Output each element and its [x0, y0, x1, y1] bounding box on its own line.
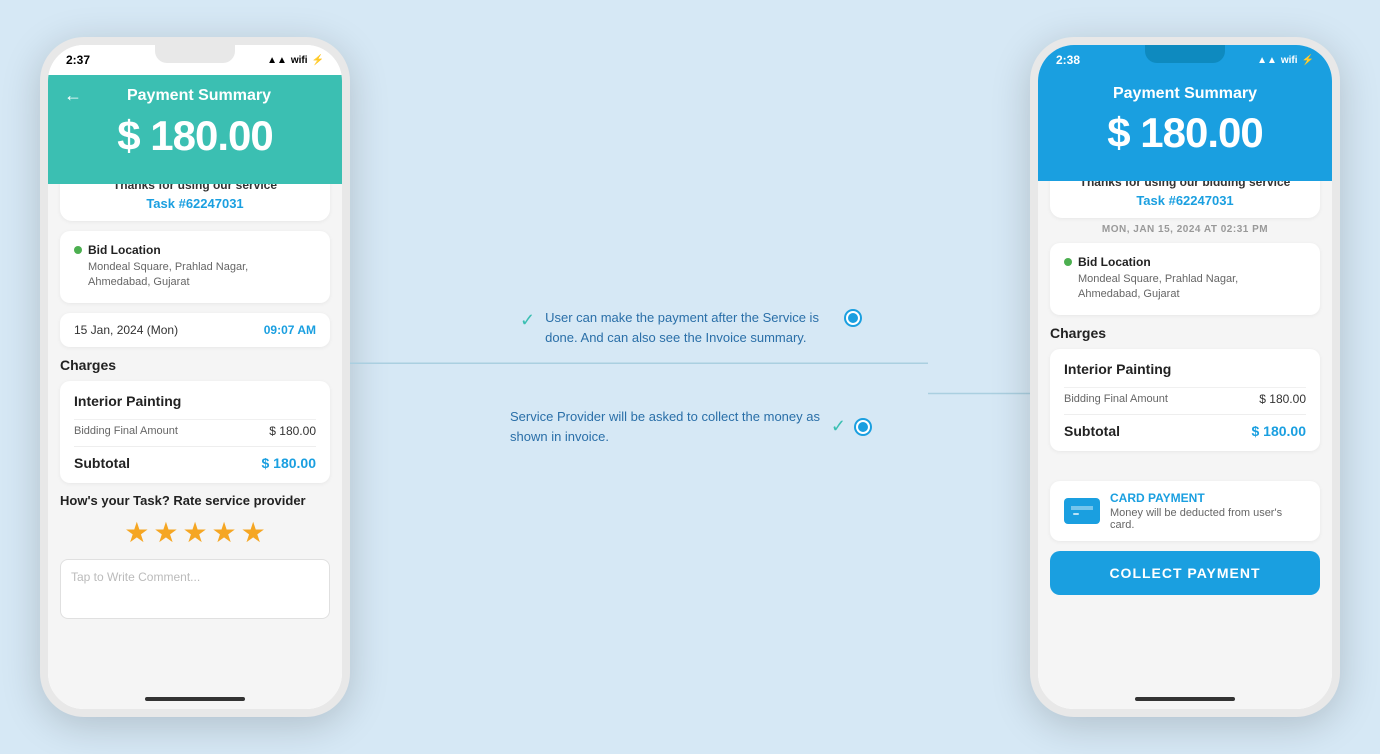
right-header-title: Payment Summary [1054, 85, 1316, 103]
right-date-time: MON, JAN 15, 2024 AT 02:31 PM [1038, 224, 1332, 235]
left-phone: 2:37 ▲▲ wifi ⚡ ← Payment Summary $ 180.0… [40, 37, 350, 717]
right-header: Payment Summary $ 180.00 [1038, 75, 1332, 181]
notch [155, 45, 235, 63]
left-rating-title: How's your Task? Rate service provider [60, 493, 330, 508]
left-status-bar: 2:37 ▲▲ wifi ⚡ [48, 45, 342, 75]
left-time: 2:37 [66, 53, 90, 67]
middle-annotations: ✓ User can make the payment after the Se… [350, 308, 1030, 446]
right-bid-dot [1064, 258, 1072, 266]
left-content: Thanks for using our service Task #62247… [48, 184, 342, 717]
right-wifi-icon: wifi [1281, 55, 1298, 66]
left-date: 15 Jan, 2024 (Mon) [74, 323, 178, 337]
card-payment-desc: Money will be deducted from user's card. [1110, 507, 1306, 531]
left-bid-location-card: Bid Location Mondeal Square, Prahlad Nag… [60, 231, 330, 303]
right-charges-title: Charges [1050, 325, 1320, 341]
right-signal-icon: ▲▲ [1257, 55, 1277, 66]
star-2[interactable]: ★ [153, 516, 178, 549]
wifi-icon: wifi [291, 55, 308, 66]
right-time: 2:38 [1056, 53, 1080, 67]
left-rating-section: How's your Task? Rate service provider ★… [48, 483, 342, 619]
bid-dot [74, 246, 82, 254]
left-date-time-row: 15 Jan, 2024 (Mon) 09:07 AM [60, 313, 330, 347]
right-bid-address: Mondeal Square, Prahlad Nagar, Ahmedabad… [1064, 272, 1306, 303]
left-thanks-text: Thanks for using our service [74, 184, 316, 192]
left-task-number[interactable]: Task #62247031 [74, 196, 316, 211]
spacer [1038, 451, 1332, 481]
left-amount: $ 180.00 [64, 112, 326, 160]
right-bid-label: Bid Location [1064, 255, 1306, 269]
bottom-annotation-text: Service Provider will be asked to collec… [510, 407, 821, 446]
left-thanks-card: Thanks for using our service Task #62247… [60, 184, 330, 221]
status-icons: ▲▲ wifi ⚡ [267, 55, 324, 66]
right-status-bar: 2:38 ▲▲ wifi ⚡ [1038, 45, 1332, 75]
right-service-name: Interior Painting [1064, 361, 1306, 377]
right-task-number[interactable]: Task #62247031 [1064, 193, 1306, 208]
card-payment-label: CARD PAYMENT [1110, 491, 1306, 505]
right-amount: $ 180.00 [1054, 109, 1316, 157]
right-battery-icon: ⚡ [1302, 55, 1314, 66]
right-content: Thanks for using our bidding service Tas… [1038, 181, 1332, 717]
bottom-annotation-dot [856, 420, 870, 434]
top-annotation-dot [846, 311, 860, 325]
left-bid-address: Mondeal Square, Prahlad Nagar, Ahmedabad… [74, 260, 316, 291]
left-time-slot: 09:07 AM [264, 323, 316, 337]
left-charges-title: Charges [60, 357, 330, 373]
left-charge-row: Bidding Final Amount $ 180.00 [74, 419, 316, 442]
left-subtotal-row: Subtotal $ 180.00 [74, 446, 316, 471]
left-charges-section: Charges Interior Painting Bidding Final … [48, 357, 342, 483]
signal-icon: ▲▲ [267, 55, 287, 66]
right-bid-location-card: Bid Location Mondeal Square, Prahlad Nag… [1050, 243, 1320, 315]
star-1[interactable]: ★ [124, 516, 149, 549]
top-annotation: ✓ User can make the payment after the Se… [520, 308, 860, 347]
left-header-title: Payment Summary [90, 87, 326, 105]
right-phone: 2:38 ▲▲ wifi ⚡ Payment Summary $ 180.00 … [1030, 37, 1340, 717]
right-charge-card: Interior Painting Bidding Final Amount $… [1050, 349, 1320, 451]
left-home-indicator [145, 697, 245, 701]
left-stars[interactable]: ★ ★ ★ ★ ★ [60, 516, 330, 549]
right-thanks-card: Thanks for using our bidding service Tas… [1050, 181, 1320, 218]
left-service-name: Interior Painting [74, 393, 316, 409]
check-circle-icon-top: ✓ [520, 310, 535, 331]
star-4[interactable]: ★ [212, 516, 237, 549]
top-annotation-text: User can make the payment after the Serv… [545, 308, 836, 347]
right-card-payment-row[interactable]: CARD PAYMENT Money will be deducted from… [1050, 481, 1320, 541]
left-bid-label: Bid Location [74, 243, 316, 257]
star-5[interactable]: ★ [241, 516, 266, 549]
right-home-indicator [1135, 697, 1235, 701]
left-comment-box[interactable]: Tap to Write Comment... [60, 559, 330, 619]
check-circle-icon-bottom: ✓ [831, 416, 846, 437]
comment-placeholder: Tap to Write Comment... [71, 570, 200, 584]
right-subtotal-row: Subtotal $ 180.00 [1064, 414, 1306, 439]
header-back-row: ← Payment Summary [64, 85, 326, 106]
star-3[interactable]: ★ [182, 516, 207, 549]
battery-icon: ⚡ [312, 55, 324, 66]
bottom-annotation: Service Provider will be asked to collec… [510, 407, 870, 446]
right-notch [1145, 45, 1225, 63]
right-charge-row: Bidding Final Amount $ 180.00 [1064, 387, 1306, 410]
card-payment-info: CARD PAYMENT Money will be deducted from… [1110, 491, 1306, 531]
collect-payment-button[interactable]: COLLECT PAYMENT [1050, 551, 1320, 595]
right-charges-section: Charges Interior Painting Bidding Final … [1038, 325, 1332, 451]
credit-card-icon [1064, 498, 1100, 524]
left-charge-card: Interior Painting Bidding Final Amount $… [60, 381, 330, 483]
back-button[interactable]: ← [64, 85, 82, 106]
right-thanks-text: Thanks for using our bidding service [1064, 181, 1306, 189]
left-header: ← Payment Summary $ 180.00 [48, 75, 342, 184]
right-status-icons: ▲▲ wifi ⚡ [1257, 55, 1314, 66]
